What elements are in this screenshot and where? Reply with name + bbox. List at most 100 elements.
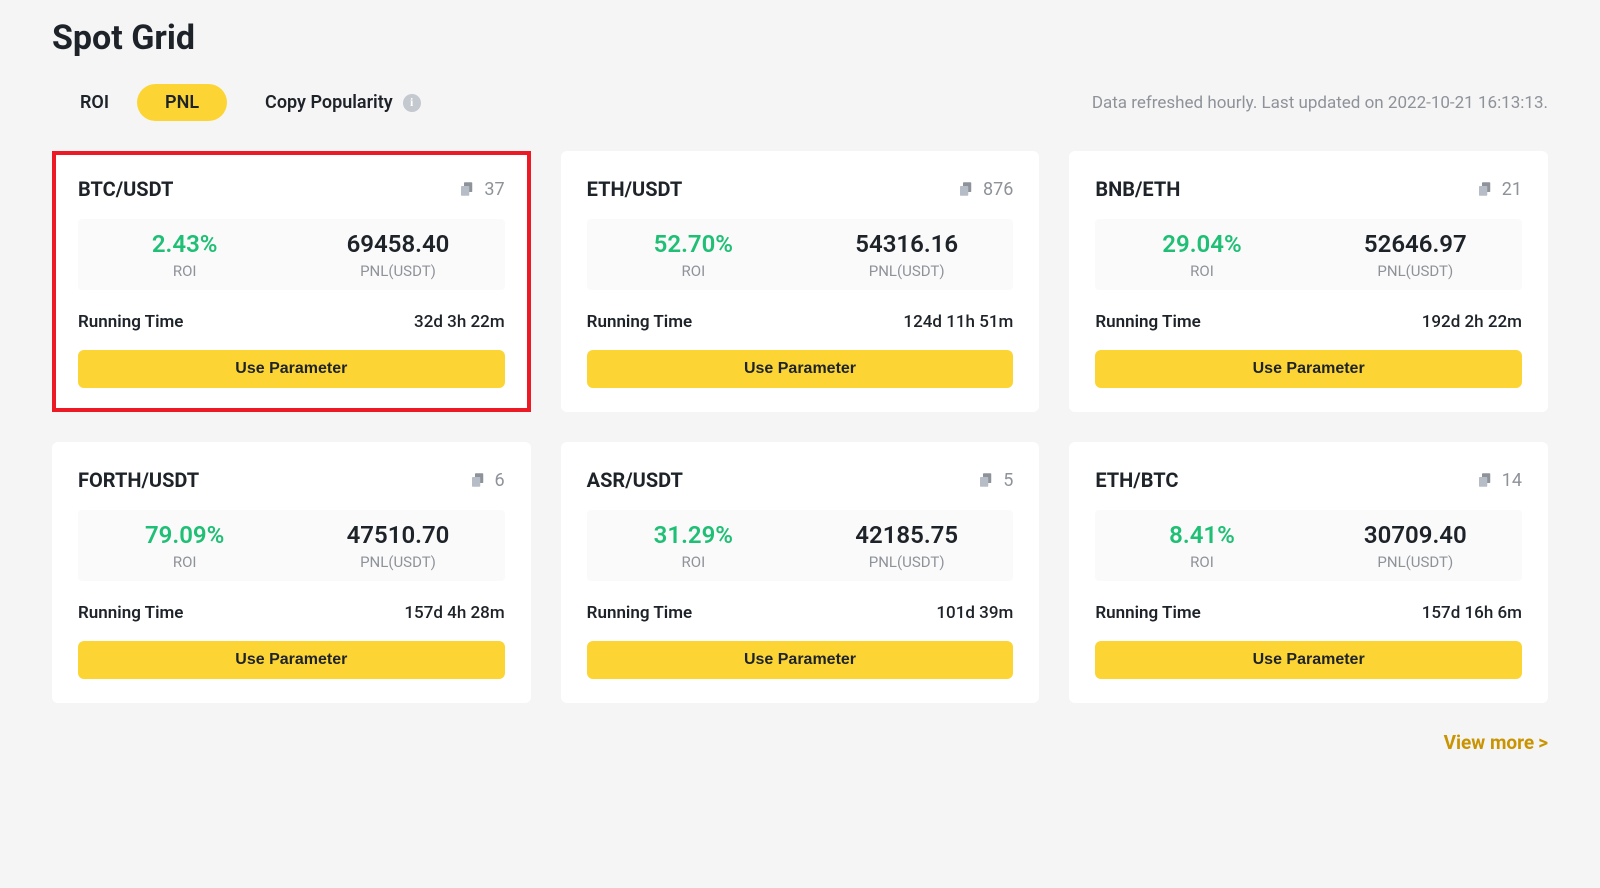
pair-symbol: BTC/USDT bbox=[78, 177, 173, 201]
tab-pnl[interactable]: PNL bbox=[137, 84, 227, 121]
metric-pnl: 42185.75PNL(USDT) bbox=[800, 520, 1013, 571]
pair-symbol: ASR/USDT bbox=[587, 468, 683, 492]
card-head: BTC/USDT 37 bbox=[78, 177, 505, 201]
running-time-row: Running Time157d 16h 6m bbox=[1095, 603, 1522, 623]
pnl-label: PNL(USDT) bbox=[291, 553, 504, 571]
copy-icon bbox=[469, 471, 487, 489]
page-title: Spot Grid bbox=[52, 18, 1548, 58]
roi-label: ROI bbox=[587, 262, 800, 280]
copy-count-value: 37 bbox=[484, 179, 504, 200]
copy-count[interactable]: 21 bbox=[1476, 179, 1522, 200]
running-time-row: Running Time124d 11h 51m bbox=[587, 312, 1014, 332]
card-head: ETH/USDT 876 bbox=[587, 177, 1014, 201]
copy-icon bbox=[1476, 471, 1494, 489]
metric-roi: 8.41% ROI bbox=[1095, 520, 1308, 571]
pair-symbol: ETH/BTC bbox=[1095, 468, 1178, 492]
data-refreshed-text: Data refreshed hourly. Last updated on 2… bbox=[1092, 93, 1548, 113]
metrics: 2.43%ROI69458.40 PNL(USDT) bbox=[78, 219, 505, 290]
tab-roi[interactable]: ROI bbox=[52, 84, 137, 121]
running-time-value: 101d 39m bbox=[936, 603, 1013, 623]
running-time-value: 124d 11h 51m bbox=[903, 312, 1013, 332]
metric-roi: 29.04% ROI bbox=[1095, 229, 1308, 280]
strategy-card: BTC/USDT 37 2.43%ROI69458.40 PNL(USDT) Runni… bbox=[52, 151, 531, 412]
copy-icon bbox=[458, 180, 476, 198]
strategy-card: ETH/USDT 876 52.70% ROI54316.16 PNL(USDT) Run… bbox=[561, 151, 1040, 412]
strategy-card: FORTH/USDT 6 79.09%ROI47510.70PNL(USDT) Run… bbox=[52, 442, 531, 703]
chevron-right-icon: > bbox=[1538, 731, 1548, 754]
metric-roi: 31.29%ROI bbox=[587, 520, 800, 571]
pnl-value: 42185.75 bbox=[800, 520, 1013, 551]
strategy-card: BNB/ETH 21 29.04% ROI52646.97PNL(USDT) Runni… bbox=[1069, 151, 1548, 412]
copy-count-value: 14 bbox=[1502, 470, 1522, 491]
metric-roi: 79.09%ROI bbox=[78, 520, 291, 571]
info-icon[interactable]: i bbox=[403, 94, 421, 112]
roi-value: 29.04% bbox=[1095, 229, 1308, 260]
strategy-card: ASR/USDT 5 31.29%ROI42185.75PNL(USDT) Runni… bbox=[561, 442, 1040, 703]
metrics: 79.09%ROI47510.70PNL(USDT) bbox=[78, 510, 505, 581]
copy-count-value: 6 bbox=[495, 470, 505, 491]
running-time-label: Running Time bbox=[587, 603, 692, 623]
roi-value: 52.70% bbox=[587, 229, 800, 260]
use-parameter-button[interactable]: Use Parameter bbox=[78, 350, 505, 388]
copy-icon bbox=[1476, 180, 1494, 198]
pnl-label: PNL(USDT) bbox=[291, 262, 504, 280]
pnl-value: 30709.40 bbox=[1309, 520, 1522, 551]
pair-symbol: FORTH/USDT bbox=[78, 468, 199, 492]
metrics: 31.29%ROI42185.75PNL(USDT) bbox=[587, 510, 1014, 581]
card-grid: BTC/USDT 37 2.43%ROI69458.40 PNL(USDT) Runni… bbox=[52, 151, 1548, 703]
copy-count[interactable]: 5 bbox=[977, 470, 1013, 491]
tab-copy-label: Copy Popularity bbox=[265, 92, 393, 113]
use-parameter-button[interactable]: Use Parameter bbox=[1095, 350, 1522, 388]
running-time-value: 32d 3h 22m bbox=[414, 312, 505, 332]
roi-label: ROI bbox=[1095, 262, 1308, 280]
running-time-row: Running Time 192d 2h 22m bbox=[1095, 312, 1522, 332]
metrics: 52.70% ROI54316.16 PNL(USDT) bbox=[587, 219, 1014, 290]
view-more-link[interactable]: View more> bbox=[52, 731, 1548, 754]
pair-symbol: ETH/USDT bbox=[587, 177, 683, 201]
running-time-value: 192d 2h 22m bbox=[1422, 312, 1522, 332]
pair-symbol: BNB/ETH bbox=[1095, 177, 1180, 201]
tabs: ROI PNL Copy Popularity i bbox=[52, 84, 449, 121]
use-parameter-button[interactable]: Use Parameter bbox=[1095, 641, 1522, 679]
metric-pnl: 30709.40PNL(USDT) bbox=[1309, 520, 1522, 571]
pnl-value: 54316.16 bbox=[800, 229, 1013, 260]
metric-pnl: 52646.97PNL(USDT) bbox=[1309, 229, 1522, 280]
metric-pnl: 69458.40 PNL(USDT) bbox=[291, 229, 504, 280]
card-head: ASR/USDT 5 bbox=[587, 468, 1014, 492]
card-head: BNB/ETH 21 bbox=[1095, 177, 1522, 201]
roi-value: 8.41% bbox=[1095, 520, 1308, 551]
use-parameter-button[interactable]: Use Parameter bbox=[587, 350, 1014, 388]
copy-count[interactable]: 37 bbox=[458, 179, 504, 200]
roi-label: ROI bbox=[1095, 553, 1308, 571]
metric-pnl: 47510.70PNL(USDT) bbox=[291, 520, 504, 571]
tab-row: ROI PNL Copy Popularity i Data refreshed… bbox=[52, 84, 1548, 121]
copy-icon bbox=[977, 471, 995, 489]
copy-count[interactable]: 6 bbox=[469, 470, 505, 491]
copy-count[interactable]: 876 bbox=[957, 179, 1013, 200]
running-time-row: Running Time 32d 3h 22m bbox=[78, 312, 505, 332]
running-time-label: Running Time bbox=[78, 603, 183, 623]
copy-count-value: 876 bbox=[983, 179, 1013, 200]
copy-icon bbox=[957, 180, 975, 198]
roi-label: ROI bbox=[78, 262, 291, 280]
metric-roi: 2.43%ROI bbox=[78, 229, 291, 280]
copy-count[interactable]: 14 bbox=[1476, 470, 1522, 491]
pnl-value: 69458.40 bbox=[291, 229, 504, 260]
running-time-label: Running Time bbox=[1095, 603, 1200, 623]
running-time-label: Running Time bbox=[78, 312, 183, 332]
view-more-label: View more bbox=[1444, 731, 1535, 754]
running-time-row: Running Time 101d 39m bbox=[587, 603, 1014, 623]
running-time-label: Running Time bbox=[1095, 312, 1200, 332]
running-time-row: Running Time157d 4h 28m bbox=[78, 603, 505, 623]
metric-pnl: 54316.16 PNL(USDT) bbox=[800, 229, 1013, 280]
use-parameter-button[interactable]: Use Parameter bbox=[587, 641, 1014, 679]
tab-copy-popularity[interactable]: Copy Popularity i bbox=[227, 84, 449, 121]
strategy-card: ETH/BTC 14 8.41% ROI30709.40PNL(USDT) Runnin… bbox=[1069, 442, 1548, 703]
use-parameter-button[interactable]: Use Parameter bbox=[78, 641, 505, 679]
pnl-label: PNL(USDT) bbox=[1309, 262, 1522, 280]
roi-value: 79.09% bbox=[78, 520, 291, 551]
roi-value: 31.29% bbox=[587, 520, 800, 551]
card-head: FORTH/USDT 6 bbox=[78, 468, 505, 492]
copy-count-value: 21 bbox=[1502, 179, 1522, 200]
pnl-label: PNL(USDT) bbox=[800, 262, 1013, 280]
